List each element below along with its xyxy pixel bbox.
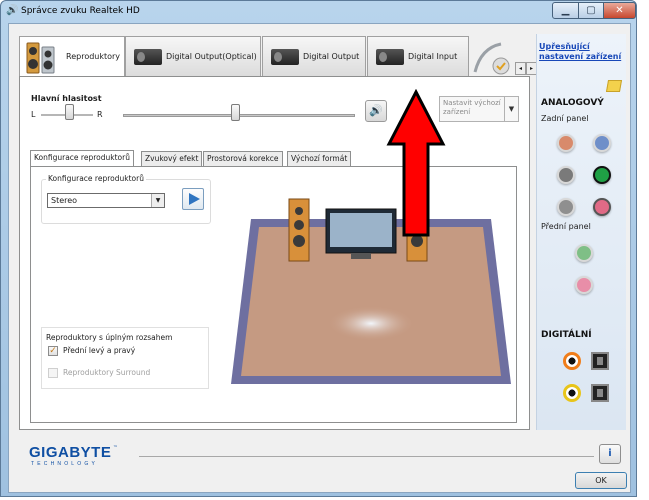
tab-reproduktory[interactable]: Reproduktory [19,36,125,80]
front-panel-label: Přední panel [541,222,591,231]
speakers-icon [26,42,55,74]
minimize-button[interactable]: ▁ [552,2,579,19]
speaker-box-icon [271,49,299,65]
close-button[interactable]: ✕ [603,2,636,19]
device-tabs: Reproduktory Digital Output(Optical) Dig… [19,36,537,80]
balance-right-label: R [97,110,103,119]
surround-checkbox-row: Reproduktory Surround [48,368,150,378]
volume-title: Hlavní hlasitost [31,94,102,103]
surround-checkbox [48,368,58,378]
gigabyte-logo: GIGABYTE ™ TECHNOLOGY [29,444,118,467]
scroll-left-icon[interactable]: ◂ [515,62,526,75]
speaker-box-icon [134,49,162,65]
tab-default-format[interactable]: Výchozí formát [287,151,352,166]
rear-jack-pink[interactable] [593,198,611,216]
rear-panel-label: Zadní panel [541,114,589,123]
front-lr-checkbox-row[interactable]: ✓ Přední levý a pravý [48,346,135,356]
speaker-config-group: Konfigurace reproduktorů Stereo ▼ [41,174,211,224]
mute-button[interactable]: 🔊 [365,100,387,122]
rear-jack-orange[interactable] [557,134,575,152]
rear-jack-dark[interactable] [557,198,575,216]
balance-left-label: L [31,110,36,119]
title-bar: 🔊 Správce zvuku Realtek HD ▁ ▢ ✕ [1,1,636,23]
folder-icon[interactable] [605,80,623,92]
info-button[interactable]: i [599,444,621,464]
chevron-down-icon: ▼ [151,194,164,207]
info-icon: i [608,448,612,459]
speaker-config-select[interactable]: Stereo ▼ [47,193,165,208]
microphone-jack-icon[interactable] [471,38,513,76]
analog-title: ANALOGOVÝ [541,98,604,108]
volume-slider-thumb[interactable] [231,104,240,121]
footer-divider [139,456,594,457]
advanced-settings-link[interactable]: Upřesňující nastavení zařízení [539,42,625,62]
master-volume: Hlavní hlasitost L R 🔊 Nastavit výchozí … [31,94,521,144]
window-title: Správce zvuku Realtek HD [21,6,140,16]
tab-digital-output-optical[interactable]: Digital Output(Optical) [125,36,261,76]
tab-scroll-arrows[interactable]: ◂ ▸ [515,62,537,75]
app-window: 🔊 Správce zvuku Realtek HD ▁ ▢ ✕ Reprodu… [0,0,637,497]
chevron-down-icon: ▼ [504,97,518,121]
connector-panel: Upřesňující nastavení zařízení ANALOGOVÝ… [536,34,626,430]
tab-room-correction[interactable]: Prostorová korekce [203,151,283,166]
ok-button[interactable]: OK [575,472,627,489]
optical-in-jack[interactable] [591,384,609,402]
default-device-dropdown[interactable]: Nastavit výchozí zařízení ▼ [439,96,519,122]
rear-jack-gray[interactable] [557,166,575,184]
play-test-button[interactable] [182,188,204,210]
speaker-icon: 🔊 [6,5,19,16]
tab-sound-effect[interactable]: Zvukový efekt [141,151,203,166]
front-jack-green[interactable] [575,244,593,262]
red-arrow-annotation [386,89,446,237]
speaker-room-illustration [231,198,511,384]
tab-digital-input[interactable]: Digital Input [367,36,469,76]
front-lr-checkbox[interactable]: ✓ [48,346,58,356]
coax-yellow-jack[interactable] [563,384,581,402]
client-area: Reproduktory Digital Output(Optical) Dig… [8,23,631,493]
rear-jack-blue[interactable] [593,134,611,152]
rear-jack-green[interactable] [593,166,611,184]
maximize-button[interactable]: ▢ [578,2,604,19]
front-jack-pink[interactable] [575,276,593,294]
volume-icon: 🔊 [369,104,383,117]
coax-orange-jack[interactable] [563,352,581,370]
tab-speaker-config[interactable]: Konfigurace reproduktorů [30,150,134,167]
speaker-box-icon [376,49,404,65]
tab-digital-output[interactable]: Digital Output [262,36,366,76]
digital-title: DIGITÁLNÍ [541,330,592,340]
balance-slider-thumb[interactable] [65,104,74,120]
full-range-group: Reproduktory s úplným rozsahem ✓ Přední l… [41,327,209,389]
optical-out-jack[interactable] [591,352,609,370]
